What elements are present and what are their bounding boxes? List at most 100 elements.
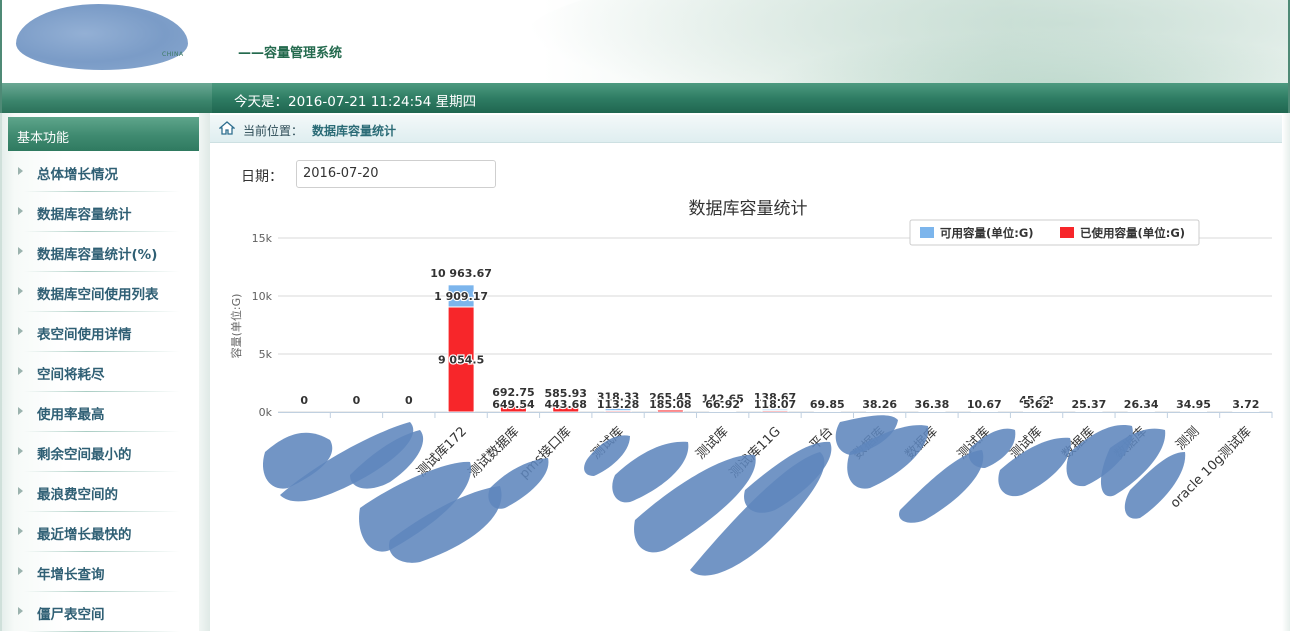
home-icon[interactable] [219,121,235,135]
used-label: 69.85 [810,398,845,411]
chart-bars: 0 0 0 10 963.67 1 909.17 9 054.5 692.75649.54 5… [300,267,1259,412]
y-tick-label: 5k [259,348,273,361]
x-tick-label: 测测 [1173,424,1202,453]
divider [24,231,180,232]
sidebar-item[interactable]: 总体增长情况 [18,153,178,193]
used-label: 649.54 [492,398,535,411]
sidebar-item-label: 最近增长最快的 [37,523,132,543]
divider [24,511,180,512]
y-tick-label: 15k [252,232,273,245]
x-tick-label: 测试库 [693,424,732,463]
sidebar-item-label: 总体增长情况 [37,163,118,183]
used-label: 185.08 [649,398,691,411]
used-label: 25.37 [1071,398,1106,411]
arrow-right-icon [18,407,23,415]
divider [24,191,180,192]
chart-legend: 可用容量(单位:G) 已使用容量(单位:G) [910,220,1199,245]
used-label: 26.34 [1124,398,1159,411]
capacity-chart: 数据库容量统计 0k 5k 10k 15k 容量(单位:G) 0 0 0 10 963.67… [210,190,1282,631]
arrow-right-icon [18,607,23,615]
sidebar-item-label: 数据库容量统计(%) [37,243,157,263]
divider [24,471,180,472]
total-label: 0 [405,394,413,407]
sidebar-item[interactable]: 僵尸表空间 [18,593,178,633]
arrow-right-icon [18,327,23,335]
total-label: 10 963.67 [430,267,492,280]
sidebar-item-label: 数据库空间使用列表 [37,283,159,303]
sidebar-item-label: 僵尸表空间 [37,603,105,623]
divider [24,551,180,552]
divider [24,271,180,272]
logo-caption: CHINA [162,51,184,58]
date-label: 日期： [241,166,283,186]
arrow-right-icon [18,367,23,375]
used-label: 118.07 [754,398,796,411]
system-title: ——容量管理系统 [238,42,342,61]
divider [24,631,180,632]
used-label: 36.38 [915,398,950,411]
date-input[interactable]: 2016-07-20 [296,160,496,188]
sidebar-item[interactable]: 使用率最高 [18,393,178,433]
arrow-right-icon [18,207,23,215]
company-logo [16,4,188,70]
sidebar-item[interactable]: 剩余空间最小的 [18,433,178,473]
used-label: 34.95 [1176,398,1211,411]
used-label: 66.92 [705,398,740,411]
current-datetime: 今天是：2016-07-21 11:24:54 星期四 [234,90,476,110]
sidebar-item-label: 剩余空间最小的 [37,443,132,463]
legend-label-used[interactable]: 已使用容量(单位:G) [1080,226,1185,240]
sidebar-item[interactable]: 数据库空间使用列表 [18,273,178,313]
chart-grid [278,238,1272,412]
divider [24,351,180,352]
arrow-right-icon [18,287,23,295]
sidebar-item[interactable]: 数据库容量统计(%) [18,233,178,273]
sidebar-item-label: 年增长查询 [37,563,105,583]
sidebar-item[interactable]: 数据库容量统计 [18,193,178,233]
used-label: 9 054.5 [438,353,484,366]
sidebar-item-label: 数据库容量统计 [37,203,132,223]
used-label: 5.62 [1023,398,1050,411]
arrow-right-icon [18,247,23,255]
y-axis-label: 容量(单位:G) [229,294,243,359]
breadcrumb-label: 当前位置： [243,122,303,139]
sidebar-edge [199,113,210,631]
arrow-right-icon [18,447,23,455]
header-banner: CHINA ——容量管理系统 [0,0,1290,83]
legend-label-available[interactable]: 可用容量(单位:G) [940,226,1034,240]
divider [24,311,180,312]
sidebar-item[interactable]: 表空间使用详情 [18,313,178,353]
arrow-right-icon [18,567,23,575]
y-axis: 0k 5k 10k 15k [252,232,273,419]
sidebar-title: 基本功能 [8,117,201,151]
chart-title: 数据库容量统计 [689,199,808,219]
arrow-right-icon [18,167,23,175]
used-label: 38.26 [862,398,897,411]
used-label: 113.28 [597,398,639,411]
used-label: 443.68 [545,398,587,411]
available-label: 1 909.17 [434,290,488,303]
sidebar-item[interactable]: 最近增长最快的 [18,513,178,553]
page-edge [1282,113,1290,631]
divider [24,591,180,592]
divider [24,391,180,392]
total-label: 692.75 [492,386,534,399]
sidebar-item-label: 使用率最高 [37,403,105,423]
redaction-scribble [488,458,548,509]
legend-swatch-available [920,227,934,238]
used-label: 3.72 [1232,398,1259,411]
y-tick-label: 10k [252,290,273,303]
breadcrumb: 当前位置： 数据库容量统计 [210,115,1282,143]
sidebar-item[interactable]: 最浪费空间的 [18,473,178,513]
used-label: 10.67 [967,398,1002,411]
arrow-right-icon [18,487,23,495]
y-tick-label: 0k [259,406,273,419]
divider [24,431,180,432]
legend-swatch-used [1060,227,1074,238]
total-label: 0 [300,394,308,407]
sidebar-item-label: 最浪费空间的 [37,483,118,503]
sidebar-item-label: 表空间使用详情 [37,323,132,343]
sidebar-item[interactable]: 年增长查询 [18,553,178,593]
sidebar-item[interactable]: 空间将耗尽 [18,353,178,393]
total-label: 0 [353,394,361,407]
date-bar: 今天是：2016-07-21 11:24:54 星期四 [0,83,1290,113]
